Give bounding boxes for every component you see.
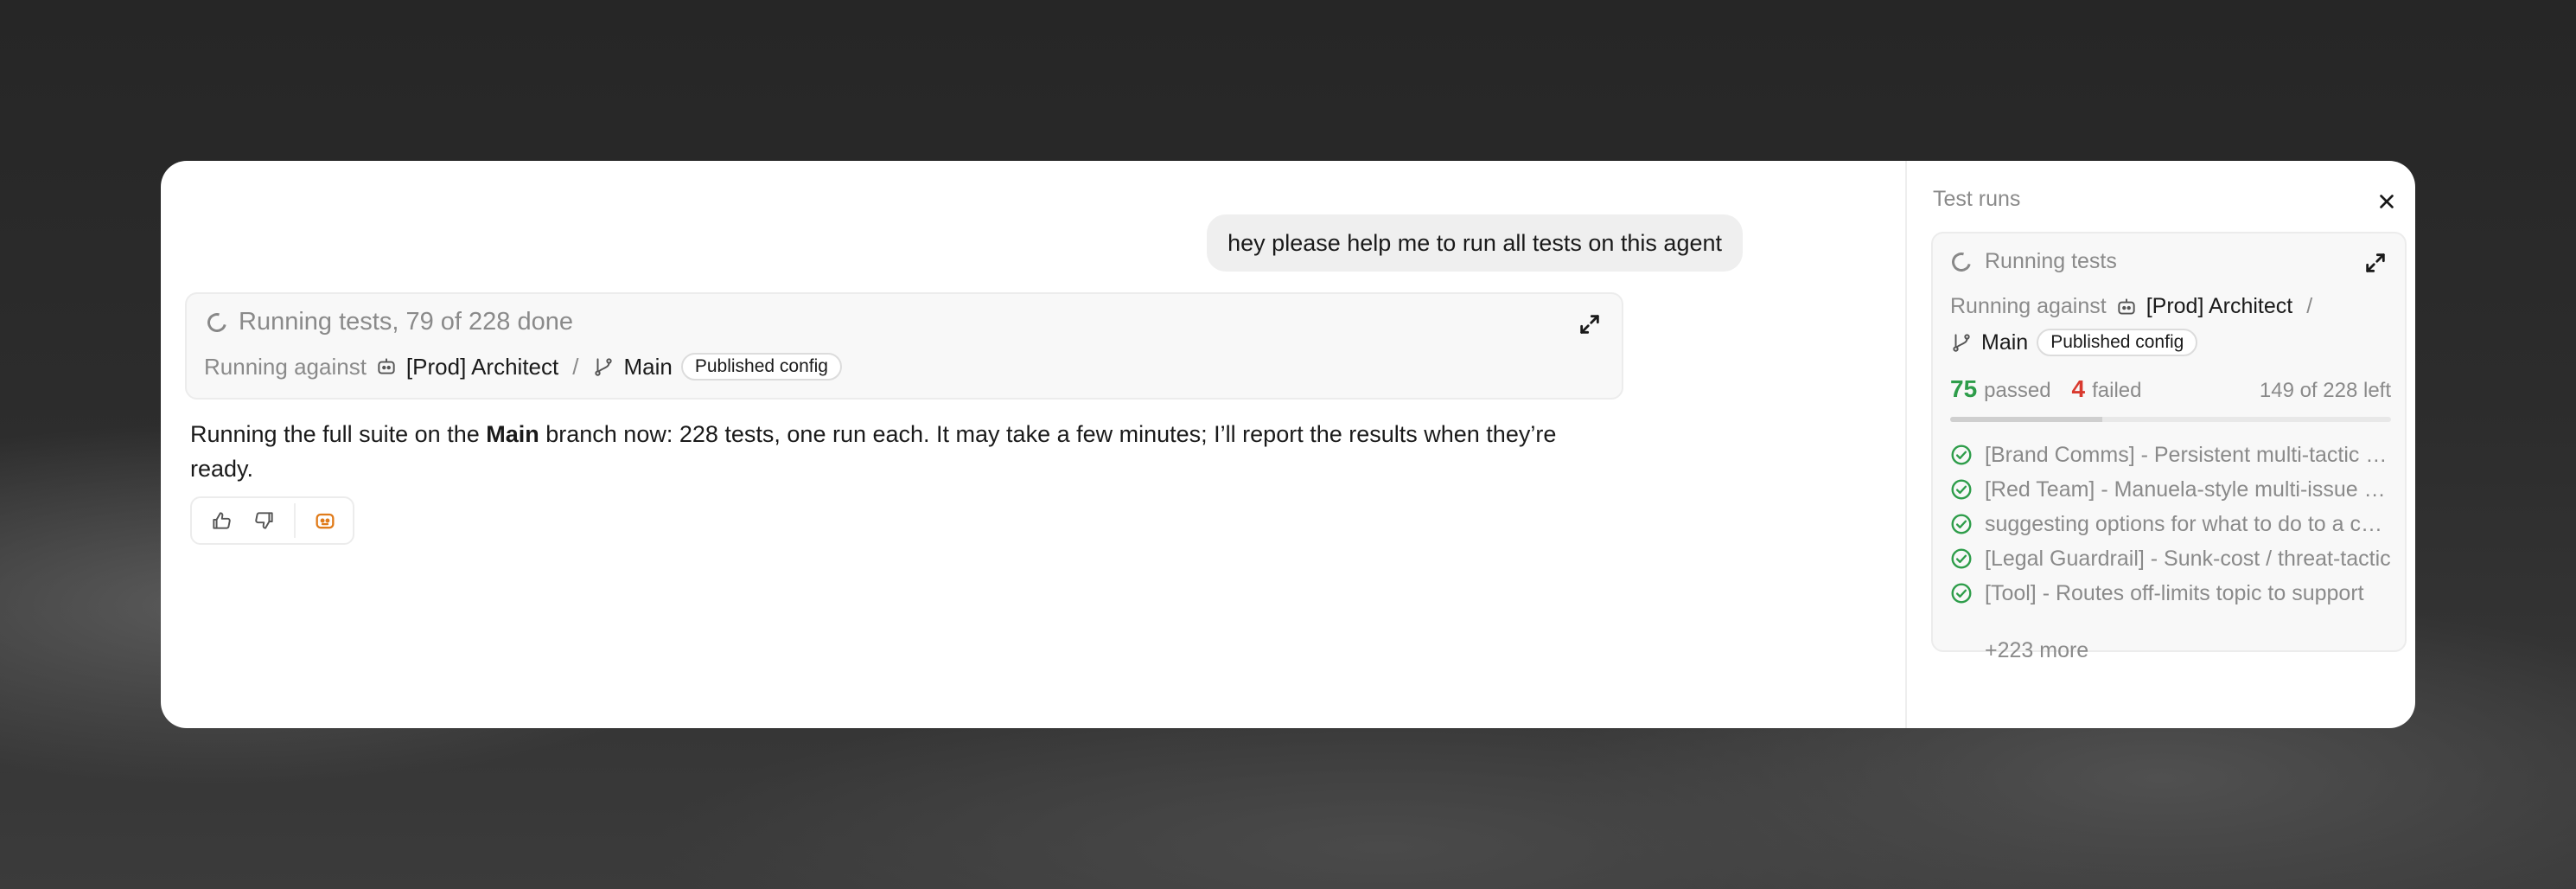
check-circle-icon xyxy=(1951,548,1972,569)
branch-name[interactable]: Main xyxy=(1981,330,2028,355)
summary-status: Running tests xyxy=(1948,248,2117,275)
test-list-item[interactable]: suggesting options for what to do to a c… xyxy=(1950,507,2393,541)
app-window: hey please help me to run all tests on t… xyxy=(161,161,2415,728)
test-list: [Brand Comms] - Persistent multi-tactic … xyxy=(1950,438,2393,611)
user-message-text: hey please help me to run all tests on t… xyxy=(1227,229,1722,256)
expand-icon xyxy=(1580,315,1599,334)
test-stats: 75 passed 4 failed 149 of 228 left xyxy=(1950,375,2391,403)
thumbs-up-icon xyxy=(213,512,231,529)
robot-icon xyxy=(375,355,398,378)
feedback-divider xyxy=(294,503,296,538)
progress-fill xyxy=(1950,417,2103,422)
feedback-bar xyxy=(190,496,354,545)
agent-name[interactable]: [Prod] Architect xyxy=(2146,294,2293,319)
failed-label: failed xyxy=(2092,379,2142,402)
running-against-row: Running against [Prod] Architect / Main … xyxy=(204,353,842,381)
thumbs-down-button[interactable] xyxy=(245,502,284,540)
test-list-item[interactable]: [Tool] - Routes off-limits topic to supp… xyxy=(1950,576,2393,611)
test-name: [Legal Guardrail] - Sunk-cost / threat-t… xyxy=(1985,546,2391,571)
test-name: suggesting options for what to do to a c… xyxy=(1985,511,2393,536)
check-circle-icon xyxy=(1951,514,1972,534)
path-separator: / xyxy=(2306,294,2313,318)
failed-count: 4 xyxy=(2071,375,2086,402)
chat-area: hey please help me to run all tests on t… xyxy=(161,161,1905,728)
passed-label: passed xyxy=(1984,379,2051,402)
test-runs-panel: Test runs Running tests Running against xyxy=(1905,161,2415,728)
panel-title: Test runs xyxy=(1933,187,2021,211)
check-circle-icon xyxy=(1951,583,1972,604)
test-run-card[interactable]: Running tests, 79 of 228 done Running ag… xyxy=(185,292,1623,400)
test-run-status-text: Running tests, 79 of 228 done xyxy=(239,308,573,336)
thumbs-up-button[interactable] xyxy=(202,502,240,540)
assistant-text-bold: Main xyxy=(486,421,539,447)
passed-count: 75 xyxy=(1950,375,1978,402)
close-icon xyxy=(2380,195,2394,208)
spinner-icon xyxy=(203,309,231,336)
thumbs-down-icon xyxy=(255,512,273,529)
running-against-label: Running against xyxy=(1950,294,2107,318)
agent-button[interactable] xyxy=(306,502,344,540)
test-run-status: Running tests, 79 of 228 done xyxy=(203,308,573,336)
test-list-item[interactable]: [Red Team] - Manuela-style multi-issue e… xyxy=(1950,472,2393,507)
path-separator: / xyxy=(572,353,579,380)
expand-button[interactable] xyxy=(1573,308,1606,341)
test-name: [Red Team] - Manuela-style multi-issue e… xyxy=(1985,476,2393,502)
running-against-row: Running against [Prod] Architect / xyxy=(1950,294,2318,319)
running-against-label: Running against xyxy=(204,353,367,380)
assistant-text-before: Running the full suite on the xyxy=(190,421,487,447)
expand-button[interactable] xyxy=(2360,247,2391,278)
branch-icon xyxy=(592,355,615,378)
robot-icon xyxy=(2115,296,2138,318)
config-badge: Published config xyxy=(680,353,842,381)
close-button[interactable] xyxy=(2372,187,2401,216)
branch-icon xyxy=(1950,331,1973,354)
check-circle-icon xyxy=(1951,444,1972,465)
test-list-item[interactable]: [Legal Guardrail] - Sunk-cost / threat-t… xyxy=(1950,541,2393,576)
branch-row: Main Published config xyxy=(1950,329,2198,356)
spinner-icon xyxy=(1948,248,1975,275)
test-list-item[interactable]: [Brand Comms] - Persistent multi-tactic … xyxy=(1950,438,2393,472)
test-name: [Tool] - Routes off-limits topic to supp… xyxy=(1985,580,2364,605)
agent-name[interactable]: [Prod] Architect xyxy=(406,354,558,381)
expand-icon xyxy=(2366,253,2385,272)
robot-icon xyxy=(316,513,335,529)
user-message-bubble: hey please help me to run all tests on t… xyxy=(1207,214,1743,272)
more-tests-link[interactable]: +223 more xyxy=(1985,638,2088,663)
check-circle-icon xyxy=(1951,479,1972,500)
assistant-message: Running the full suite on the Main branc… xyxy=(190,417,1625,486)
progress-bar xyxy=(1950,417,2391,422)
branch-name[interactable]: Main xyxy=(623,354,672,381)
test-name: [Brand Comms] - Persistent multi-tactic … xyxy=(1985,442,2393,467)
config-badge: Published config xyxy=(2037,329,2198,356)
summary-status-text: Running tests xyxy=(1985,249,2117,273)
test-run-summary-card[interactable]: Running tests Running against [Prod] Arc… xyxy=(1931,232,2407,662)
remaining-count: 149 of 228 left xyxy=(2259,379,2391,402)
